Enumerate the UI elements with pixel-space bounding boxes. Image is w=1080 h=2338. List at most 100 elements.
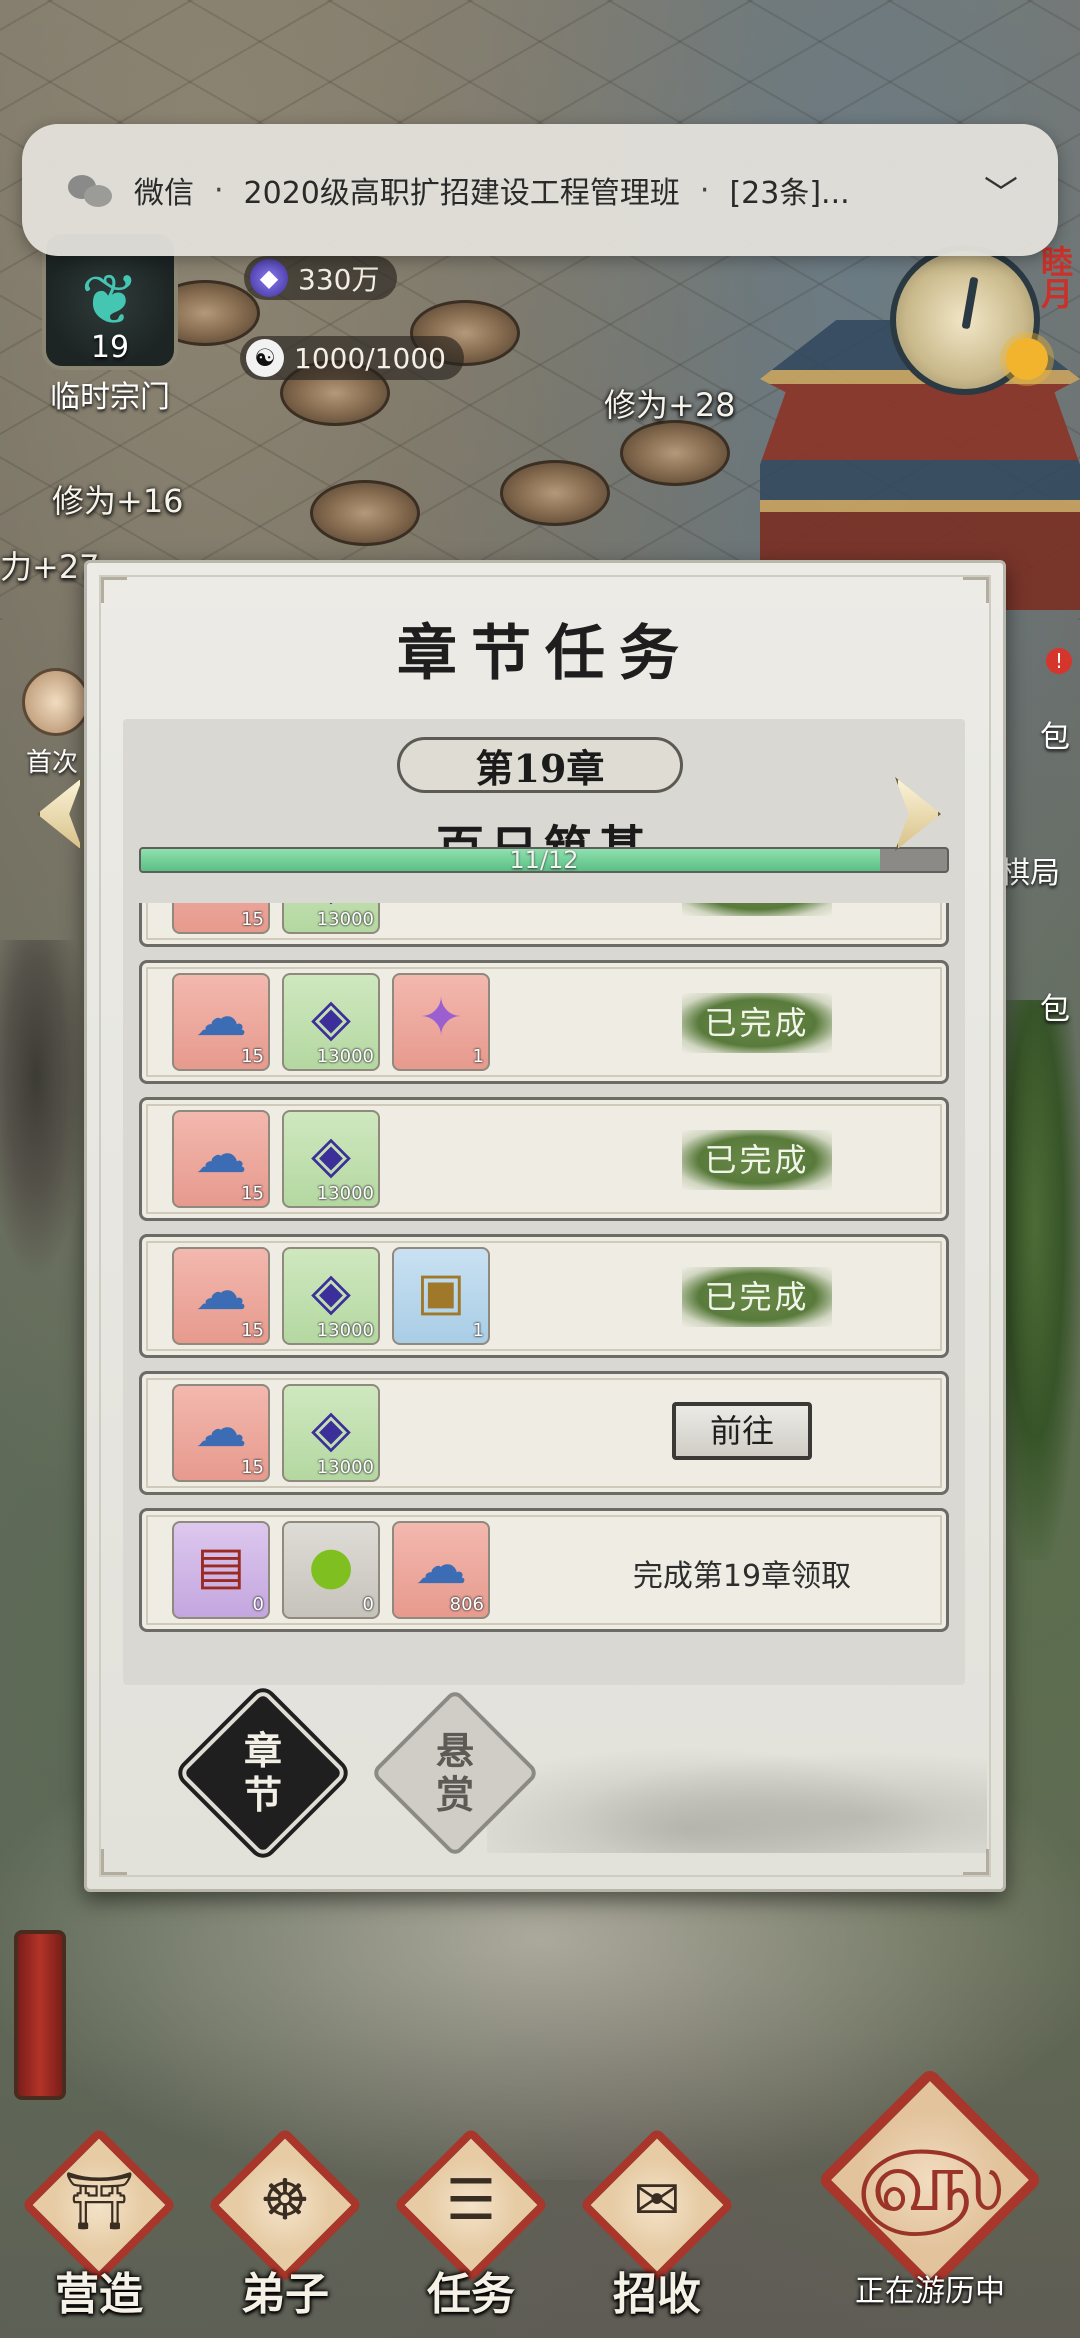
tab-bounty-label-top: 悬	[435, 1728, 474, 1773]
spirit-crystal-reward[interactable]: ◈13000	[282, 1110, 380, 1208]
task-list[interactable]: ☁15◈13000已完成☁15◈13000✦1已完成☁15◈13000已完成☁1…	[139, 903, 949, 1673]
cloud-token-reward[interactable]: ☁ 806	[392, 1521, 490, 1619]
nav-tasks[interactable]: ☰ 任务	[386, 2127, 556, 2330]
tab-chapter[interactable]: 章 节	[178, 1688, 348, 1858]
chapter-panel: 第19章 百日筑基 11/12 ☁15◈13000已完成☁15◈13000✦1已…	[123, 719, 965, 1685]
spirit-crystal-reward[interactable]: ◈13000	[282, 903, 380, 934]
chapter-progress-bar: 11/12	[139, 847, 949, 873]
chapter-task-dialog: 章节任务 第19章 百日筑基 11/12 ☁15◈13000已完成☁15◈130…	[37, 560, 1006, 1892]
chevron-down-icon[interactable]: ﹀	[984, 166, 1018, 215]
cloud-token-reward[interactable]: ☁15	[172, 1247, 270, 1345]
reward-quantity: 15	[241, 1457, 264, 1478]
cloud-token-icon: ☁	[195, 1262, 247, 1322]
side-button-chess[interactable]: 棋局	[1000, 848, 1060, 892]
spirit-crystal-icon: ◈	[311, 1399, 351, 1459]
task-row: ☁ 15 ◈ 13000 前往	[139, 1371, 949, 1495]
go-button[interactable]: 前往	[672, 1402, 812, 1460]
reward-quantity: 0	[362, 1594, 374, 1615]
scroll-icon: ☰	[445, 2168, 497, 2233]
spirit-stone-icon: ◆	[250, 259, 288, 297]
nav-tasks-label: 任务	[427, 2269, 515, 2320]
red-chest-reward[interactable]: ▤ 0	[172, 1521, 270, 1619]
ink-mountains	[487, 1733, 987, 1853]
task-row: ☁ 15 ◈ 13000 ▣ 1 已完成	[139, 1234, 949, 1358]
scroll-icon[interactable]	[14, 1930, 66, 2100]
meditation-stump	[620, 420, 730, 486]
spirit-crystal-reward[interactable]: ◈13000	[282, 1247, 380, 1345]
alert-badge-icon: !	[1046, 648, 1072, 674]
travel-label: 正在游历中	[855, 2274, 1005, 2309]
reward-quantity: 13000	[316, 1320, 374, 1341]
wechat-icon	[68, 171, 114, 209]
purple-powder-icon: ✦	[419, 988, 463, 1048]
wechat-notification[interactable]: 微信 · 2020级高职扩招建设工程管理班 · [23条]... ﹀	[22, 124, 1058, 256]
spirit-stone-counter[interactable]: ◆ 330万	[244, 256, 398, 300]
cloud-token-icon: ☁	[195, 1125, 247, 1185]
cloud-token-reward[interactable]: ☁15	[172, 1384, 270, 1482]
nav-build-label: 营造	[55, 2269, 143, 2320]
green-pearl-icon: ●	[308, 1536, 354, 1596]
reward-quantity: 15	[241, 1046, 264, 1067]
first-recharge-label: 首次	[26, 748, 79, 778]
frame-corner	[101, 577, 127, 603]
red-chest-icon: ▤	[196, 1536, 246, 1596]
reward-quantity: 15	[241, 1320, 264, 1341]
claim-condition-text: 完成第19章领取	[632, 1559, 852, 1594]
reward-quantity: 13000	[316, 1046, 374, 1067]
nav-recruit-label: 招收	[613, 2269, 701, 2320]
reward-quantity: 1	[472, 1046, 484, 1067]
spirit-crystal-icon: ◈	[311, 1125, 351, 1185]
reward-quantity: 13000	[316, 1457, 374, 1478]
task-row: ☁15 ◈13000 已完成	[139, 903, 949, 947]
spirit-crystal-icon: ◈	[311, 988, 351, 1048]
meditation-stump	[310, 480, 420, 546]
cultivation-gain-text: 修为+16	[52, 482, 184, 520]
nav-disciples-label: 弟子	[241, 2269, 329, 2320]
yin-yang-counter[interactable]: ☯ 1000/1000	[240, 336, 464, 380]
cloud-token-icon: ☁	[195, 1399, 247, 1459]
tab-chapter-label-top: 章	[243, 1728, 282, 1773]
spirit-crystal-reward[interactable]: ◈13000	[282, 1384, 380, 1482]
side-button-bag-2[interactable]: 包	[1040, 984, 1070, 1028]
spirit-crystal-reward[interactable]: ◈13000	[282, 973, 380, 1071]
completed-stamp: 已完成	[682, 993, 832, 1053]
task-row: ▤ 0 ● 0 ☁ 806 完成第19章领取	[139, 1508, 949, 1632]
nav-build[interactable]: ⛩ 营造	[14, 2127, 184, 2330]
nav-disciples[interactable]: ☸ 弟子	[200, 2127, 370, 2330]
frame-corner	[963, 577, 989, 603]
disciple-icon: ☸	[259, 2168, 311, 2233]
reward-quantity: 13000	[316, 909, 374, 930]
first-recharge-icon[interactable]	[22, 668, 90, 736]
reward-quantity: 13000	[316, 1183, 374, 1204]
green-pearl-reward[interactable]: ● 0	[282, 1521, 380, 1619]
sect-badge[interactable]: ❦ 19 临时宗门	[20, 230, 200, 420]
progress-text: 11/12	[509, 847, 579, 873]
spirit-stone-value: 330万	[298, 263, 380, 296]
cloud-token-reward[interactable]: ☁15	[172, 973, 270, 1071]
travel-swirl-icon: ௵	[856, 2132, 1004, 2230]
chapter-number: 第19章	[397, 737, 683, 793]
meditation-stump	[500, 460, 610, 526]
completed-stamp: 已完成	[682, 1130, 832, 1190]
cultivation-gain-text: 修为+28	[604, 386, 736, 424]
sect-name: 临时宗门	[50, 380, 170, 415]
reward-quantity: 0	[252, 1594, 264, 1615]
cloud-token-reward[interactable]: ☁15	[172, 1110, 270, 1208]
reward-quantity: 806	[449, 1594, 484, 1615]
completed-stamp: 已完成	[682, 903, 832, 916]
spirit-crystal-icon: ◈	[311, 1262, 351, 1322]
cloud-token-reward[interactable]: ☁15	[172, 903, 270, 934]
treasure-chest-icon: ▣	[416, 1262, 466, 1322]
travel-button[interactable]: ௵ 正在游历中	[800, 2066, 1060, 2330]
yin-yang-icon: ☯	[246, 339, 284, 377]
nav-recruit[interactable]: ✉ 招收	[572, 2127, 742, 2330]
card-icon: ✉	[633, 2168, 681, 2233]
yin-yang-value: 1000/1000	[294, 341, 446, 375]
side-button-bag[interactable]: 包	[1040, 712, 1070, 756]
cloud-token-icon: ☁	[195, 988, 247, 1048]
treasure-chest-reward[interactable]: ▣ 1	[392, 1247, 490, 1345]
ink-tree	[0, 940, 90, 1280]
reward-quantity: 15	[241, 1183, 264, 1204]
notification-app: 微信	[134, 176, 194, 211]
purple-powder-reward[interactable]: ✦ 1	[392, 973, 490, 1071]
